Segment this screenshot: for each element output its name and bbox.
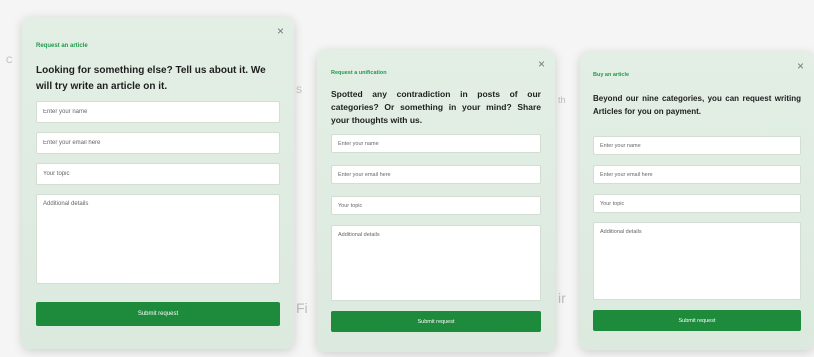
request-unification-dialog: × Request a unification Spotted any cont…: [317, 50, 555, 352]
dialog-heading: Looking for something else? Tell us abou…: [36, 65, 266, 92]
request-article-dialog: × Request an article Looking for somethi…: [22, 17, 294, 349]
dialog-kicker: Request a unification: [331, 70, 387, 76]
details-field[interactable]: [593, 222, 801, 300]
dialog-kicker: Request an article: [36, 43, 88, 49]
topic-field[interactable]: [593, 194, 801, 213]
background-text: ir: [558, 290, 566, 306]
close-icon[interactable]: ×: [538, 58, 545, 70]
background-text: Fi: [296, 300, 308, 316]
buy-article-dialog: × Buy an article Beyond our nine categor…: [580, 52, 814, 350]
details-field[interactable]: [36, 194, 280, 284]
submit-request-button[interactable]: Submit request: [593, 310, 801, 331]
email-field[interactable]: [593, 165, 801, 184]
name-field[interactable]: [36, 101, 280, 123]
submit-request-button[interactable]: Submit request: [36, 302, 280, 326]
submit-request-button[interactable]: Submit request: [331, 311, 541, 332]
topic-field[interactable]: [331, 196, 541, 215]
dialog-heading: Spotted any contradiction in posts of ou…: [331, 89, 541, 125]
close-icon[interactable]: ×: [797, 60, 804, 72]
background-text: C: [6, 55, 13, 65]
name-field[interactable]: [593, 136, 801, 155]
email-field[interactable]: [36, 132, 280, 154]
dialog-kicker: Buy an article: [593, 72, 630, 78]
dialog-heading: Beyond our nine categories, you can requ…: [593, 94, 801, 116]
background-text: th: [558, 95, 566, 105]
name-field[interactable]: [331, 134, 541, 153]
email-field[interactable]: [331, 165, 541, 184]
close-icon[interactable]: ×: [277, 25, 284, 37]
details-field[interactable]: [331, 225, 541, 301]
topic-field[interactable]: [36, 163, 280, 185]
background-text: S: [296, 85, 303, 95]
